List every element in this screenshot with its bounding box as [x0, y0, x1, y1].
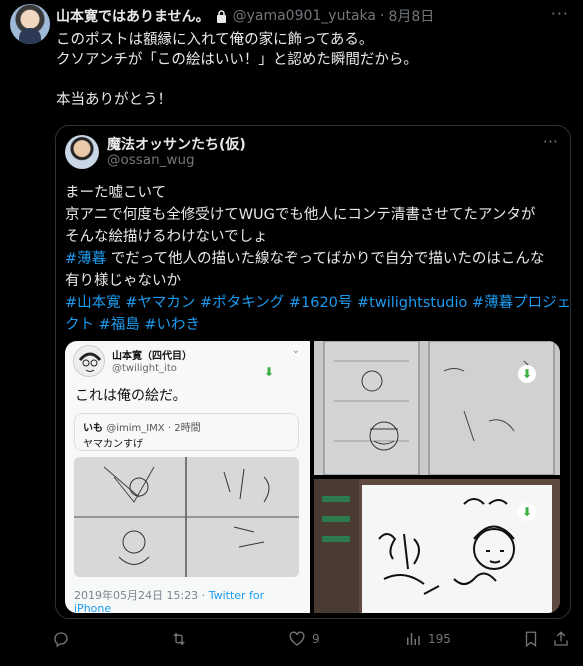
- retweet-button[interactable]: [170, 630, 194, 648]
- quoted-text-line: 京アニで何度も全修受けてWUGでも他人にコンテ清書させてたアンタが: [65, 207, 536, 223]
- face-sketch-icon: [78, 352, 102, 372]
- quoted-tweet[interactable]: 魔法オッサンたち(仮) @ossan_wug ··· まーた嘘こいて 京アニで何…: [55, 125, 571, 619]
- author-display-name[interactable]: 山本寛ではありません。: [56, 6, 210, 26]
- media-image-autograph[interactable]: ⬇: [314, 479, 560, 613]
- embedded-quote-header: いも @imim_IMX · 2時間: [83, 419, 201, 434]
- quoted-handle[interactable]: @ossan_wug: [107, 152, 195, 168]
- download-arrow-icon: ⬇: [518, 365, 536, 383]
- like-button[interactable]: 9: [288, 630, 320, 648]
- quoted-text-line: まーた嘘こいて: [65, 185, 167, 201]
- embedded-quote-text: ヤマカンすげ: [83, 439, 143, 450]
- tweet-text-line: このポストは額縁に入れて俺の家に飾ってある。: [56, 32, 374, 48]
- tweet-text: このポストは額縁に入れて俺の家に飾ってある。 クソアンチが「この絵はいい！」と認…: [56, 30, 569, 110]
- chevron-down-icon: ⌄: [291, 345, 300, 356]
- quoted-display-name[interactable]: 魔法オッサンたち(仮): [107, 134, 246, 154]
- tweet-date[interactable]: 8月8日: [388, 6, 434, 26]
- tweet-text-line: 本当ありがとう！: [56, 92, 172, 108]
- embedded-date: 2019年05月24日 15:23 ·: [74, 589, 206, 602]
- embedded-display-name: 山本寛（四代目）: [112, 351, 192, 362]
- media-image-tweet-screenshot[interactable]: 山本寛（四代目） @twilight_ito ⌄ ⬇ これは俺の絵だ。 いも @…: [65, 341, 310, 613]
- embedded-quote: いも @imim_IMX · 2時間 ヤマカンすげ: [74, 413, 299, 451]
- quoted-text: まーた嘘こいて 京アニで何度も全修受けてWUGでも他人にコンテ清書させてたアンタ…: [65, 182, 570, 336]
- media-grid: 山本寛（四代目） @twilight_ito ⌄ ⬇ これは俺の絵だ。 いも @…: [65, 341, 560, 613]
- embedded-footer: 2019年05月24日 15:23 · Twitter for iPhone: [74, 589, 304, 613]
- quoted-author-avatar[interactable]: [65, 135, 99, 169]
- quoted-more-options-icon[interactable]: ···: [543, 132, 558, 151]
- header-separator: ·: [379, 8, 385, 24]
- quoted-text-line: そんな絵描けるわけないでしょ: [65, 229, 268, 245]
- embedded-handle: @twilight_ito: [112, 363, 177, 374]
- share-icon: [554, 631, 568, 646]
- views-button[interactable]: 195: [404, 630, 451, 648]
- share-button[interactable]: [552, 630, 570, 648]
- bookmark-icon: [525, 631, 537, 648]
- reply-icon: [54, 632, 68, 648]
- download-arrow-icon: ⬇: [518, 503, 536, 521]
- embedded-text: これは俺の絵だ。: [75, 388, 187, 404]
- tweet-text-line: クソアンチが「この絵はいい！」と認めた瞬間だから。: [56, 52, 418, 68]
- storyboard-sketch-image: [74, 457, 299, 577]
- retweet-icon: [173, 632, 185, 646]
- embedded-quote-handle: @imim_IMX: [106, 423, 165, 434]
- bookmark-button[interactable]: [522, 630, 540, 648]
- tweet-text-line: [56, 70, 569, 90]
- quoted-text-line: #薄暮 でだって他人の描いた線なぞってばかりで自分で描いたのはこんな: [65, 248, 562, 270]
- views-icon: [407, 633, 420, 645]
- media-image-storyboard[interactable]: ⬇: [314, 341, 560, 475]
- author-avatar[interactable]: [10, 4, 50, 44]
- quoted-text-fragment: でだって他人の描いた線なぞってばかりで自分で描いたのはこんな: [106, 251, 545, 267]
- embedded-quote-name: いも: [83, 423, 103, 434]
- like-count: 9: [312, 632, 320, 646]
- hashtag-line[interactable]: #山本寛 #ヤマカン #ポタキング #1620号 #twilightstudio…: [65, 292, 570, 314]
- quoted-text-line: 有り様じゃないか: [65, 273, 181, 289]
- author-handle[interactable]: @yama0901_yutaka: [233, 8, 376, 24]
- hashtag-link[interactable]: #薄暮: [65, 251, 106, 267]
- heart-icon: [289, 631, 305, 646]
- hashtag-line[interactable]: クト #福島 #いわき: [65, 314, 562, 336]
- tweet-header: 山本寛ではありません。 @yama0901_yutaka · 8月8日: [56, 6, 543, 26]
- action-bar: 9 195: [52, 630, 573, 654]
- more-options-icon[interactable]: ···: [551, 4, 569, 23]
- reply-button[interactable]: [52, 630, 76, 648]
- lock-icon: [216, 9, 226, 23]
- download-arrow-icon: ⬇: [263, 365, 275, 379]
- views-count: 195: [428, 632, 451, 646]
- embedded-avatar: [73, 345, 105, 377]
- embedded-quote-time: · 2時間: [167, 423, 201, 434]
